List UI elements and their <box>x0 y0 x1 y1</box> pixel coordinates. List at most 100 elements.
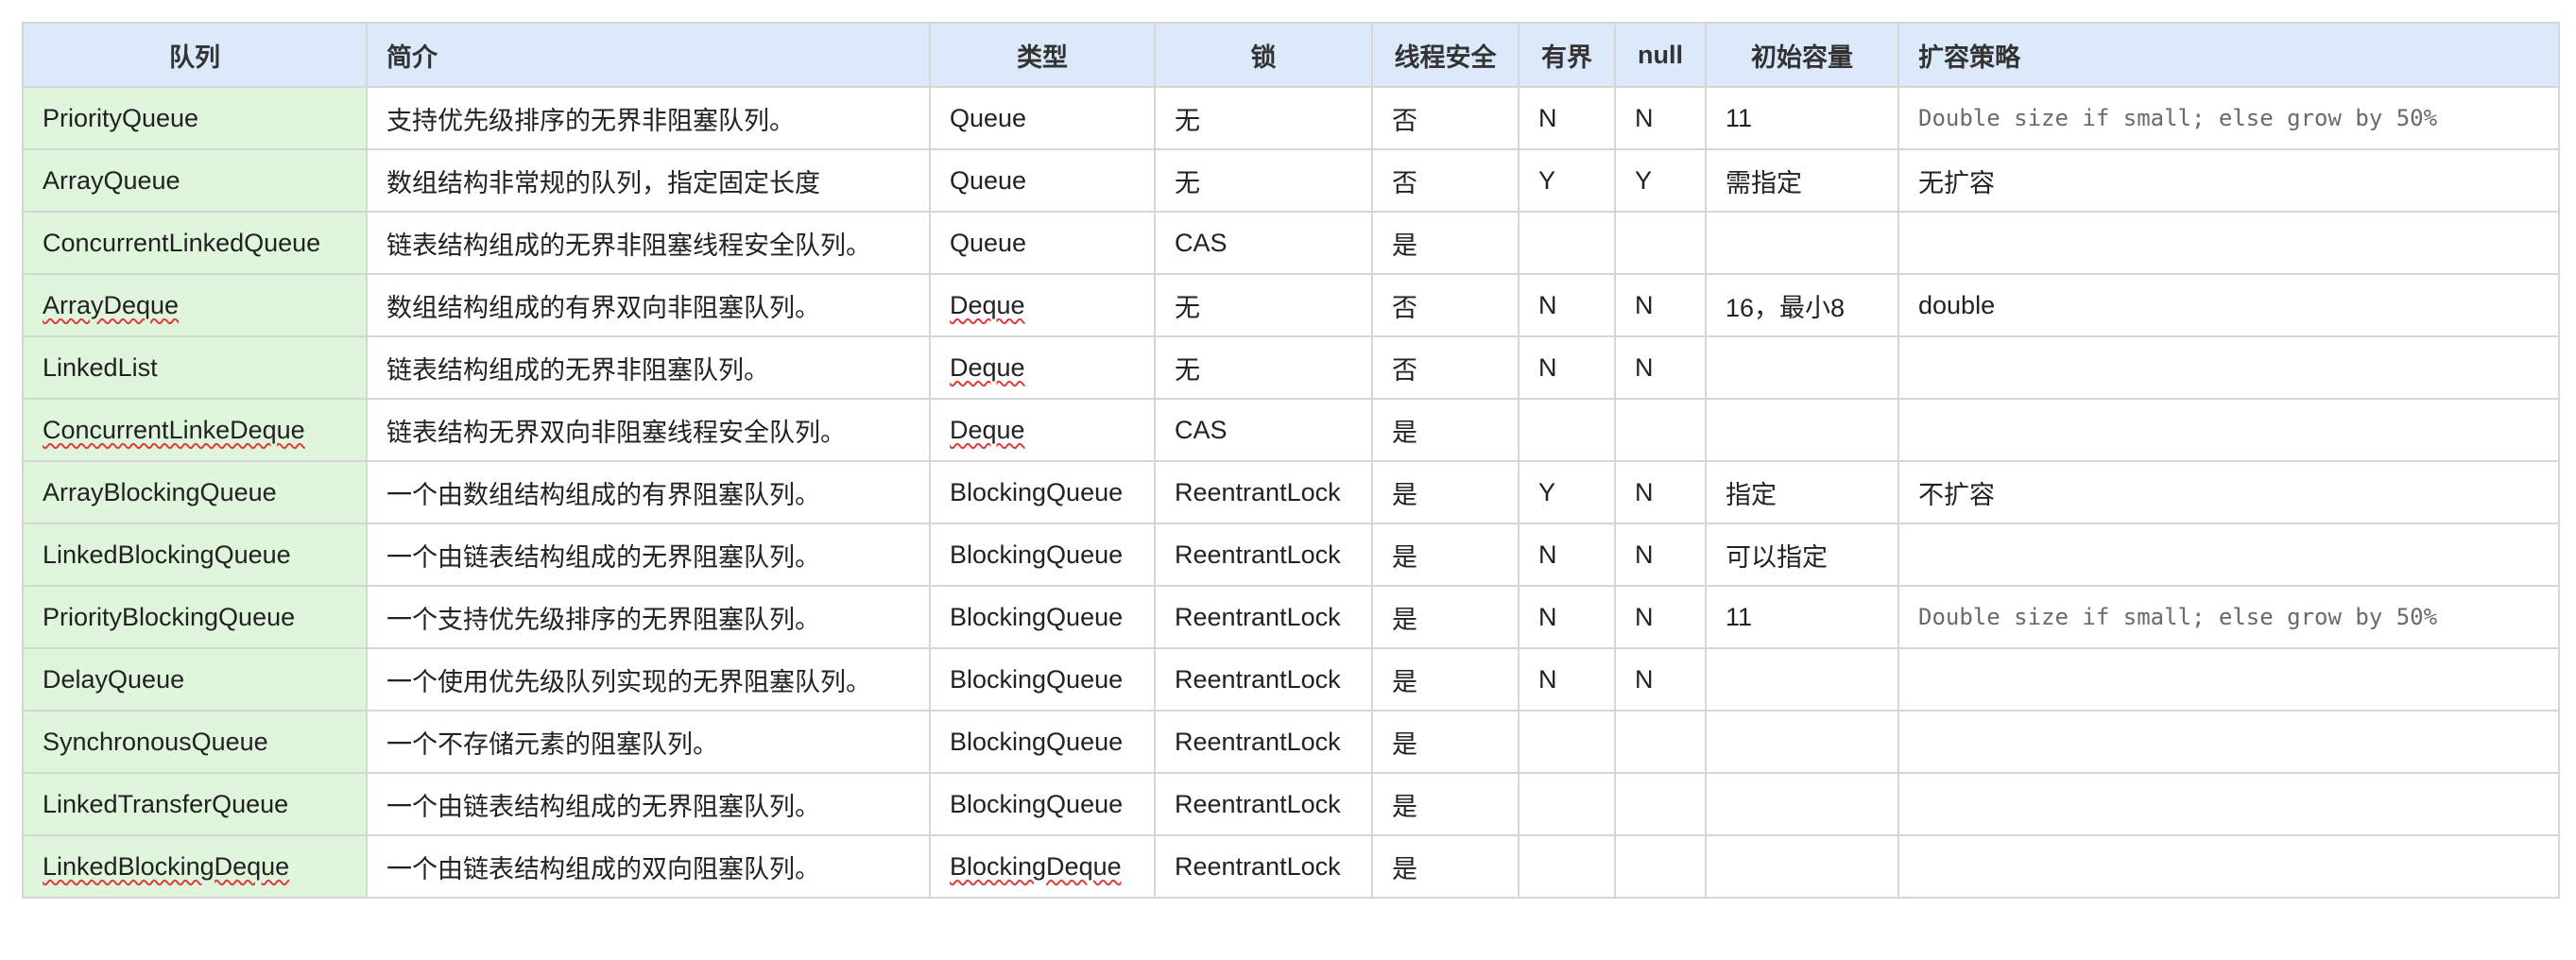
cell-initial-capacity: 16，最小8 <box>1705 273 1899 337</box>
cell-type: BlockingQueue <box>929 772 1156 836</box>
table-header: 队列 简介 类型 锁 线程安全 有界 null 初始容量 扩容策略 <box>22 22 2560 88</box>
cell-bounded: N <box>1518 86 1616 150</box>
cell-queue-name: PriorityBlockingQueue <box>22 585 368 649</box>
cell-description-text: 数组结构组成的有界双向非阻塞队列。 <box>386 293 820 322</box>
cell-lock: ReentrantLock <box>1154 585 1373 649</box>
cell-type: Queue <box>929 148 1156 213</box>
cell-type-text: Queue <box>950 103 1027 132</box>
cell-bounded: N <box>1518 523 1616 587</box>
cell-lock-text: ReentrantLock <box>1175 664 1341 694</box>
cell-growth-strategy <box>1898 211 2560 275</box>
cell-lock: ReentrantLock <box>1154 647 1373 711</box>
cell-description: 一个使用优先级队列实现的无界阻塞队列。 <box>366 647 931 711</box>
cell-queue-name: SynchronousQueue <box>22 710 368 774</box>
cell-initial-capacity-text: 11 <box>1726 602 1753 631</box>
cell-type-text: Deque <box>950 290 1025 319</box>
cell-growth-strategy <box>1898 335 2560 400</box>
cell-type: BlockingDeque <box>929 834 1156 899</box>
cell-thread-safe: 是 <box>1371 647 1520 711</box>
cell-thread-safe: 是 <box>1371 710 1520 774</box>
cell-bounded-text: N <box>1538 602 1557 631</box>
cell-lock-text: ReentrantLock <box>1175 727 1341 756</box>
table-row: DelayQueue 一个使用优先级队列实现的无界阻塞队列。 BlockingQue… <box>22 647 2560 711</box>
cell-null: Y <box>1614 148 1707 213</box>
cell-type-text: Deque <box>950 352 1025 382</box>
cell-queue-name: DelayQueue <box>22 647 368 711</box>
cell-null: N <box>1614 523 1707 587</box>
cell-lock: 无 <box>1154 148 1373 213</box>
cell-null-text: N <box>1635 540 1654 569</box>
cell-description: 一个不存储元素的阻塞队列。 <box>366 710 931 774</box>
cell-initial-capacity <box>1705 647 1899 711</box>
cell-growth-strategy: 无扩容 <box>1898 148 2560 213</box>
cell-description-text: 一个支持优先级排序的无界阻塞队列。 <box>386 605 820 634</box>
cell-description: 数组结构组成的有界双向非阻塞队列。 <box>366 273 931 337</box>
cell-bounded: Y <box>1518 148 1616 213</box>
cell-null: N <box>1614 460 1707 524</box>
cell-bounded: N <box>1518 585 1616 649</box>
cell-null <box>1614 211 1707 275</box>
cell-lock: 无 <box>1154 273 1373 337</box>
table-body: PriorityQueue 支持优先级排序的无界非阻塞队列。 Queue 无否 N N 11… <box>22 86 2560 899</box>
cell-thread-safe-text: 否 <box>1392 168 1417 197</box>
cell-thread-safe: 否 <box>1371 86 1520 150</box>
cell-description-text: 一个由数组结构组成的有界阻塞队列。 <box>386 480 820 509</box>
cell-thread-safe-text: 是 <box>1392 231 1417 260</box>
cell-bounded-text: N <box>1538 664 1557 694</box>
cell-queue-name-text: LinkedTransferQueue <box>43 789 289 818</box>
cell-queue-name-text: LinkedBlockingDeque <box>43 851 290 881</box>
cell-lock: ReentrantLock <box>1154 834 1373 899</box>
cell-initial-capacity: 11 <box>1705 585 1899 649</box>
cell-null-text: N <box>1635 290 1654 319</box>
cell-type: Queue <box>929 86 1156 150</box>
table-row: ArrayQueue 数组结构非常规的队列，指定固定长度 Queue 无 否 Y Y 需指定 无… <box>22 148 2560 213</box>
cell-null-text: N <box>1635 664 1654 694</box>
cell-growth-strategy <box>1898 834 2560 899</box>
table-row: ConcurrentLinkeDeque 链表结构无界双向非阻塞线程安全队列。 De… <box>22 398 2560 462</box>
cell-bounded <box>1518 772 1616 836</box>
table-row: LinkedTransferQueue 一个由链表结构组成的无界阻塞队列。 Bloc… <box>22 772 2560 836</box>
table-row: ArrayDeque 数组结构组成的有界双向非阻塞队列。 Deque 无 否 N N 16，最… <box>22 273 2560 337</box>
cell-bounded: N <box>1518 273 1616 337</box>
cell-description-text: 一个不存储元素的阻塞队列。 <box>386 729 718 759</box>
cell-bounded <box>1518 834 1616 899</box>
cell-type: Deque <box>929 273 1156 337</box>
cell-initial-capacity <box>1705 772 1899 836</box>
cell-growth-strategy-text: double <box>1918 290 1996 319</box>
header-lock: 锁 <box>1154 22 1373 88</box>
cell-description-text: 一个使用优先级队列实现的无界阻塞队列。 <box>386 667 871 696</box>
cell-bounded-text: Y <box>1538 165 1556 195</box>
cell-thread-safe: 是 <box>1371 460 1520 524</box>
cell-bounded <box>1518 398 1616 462</box>
cell-queue-name-text: ArrayBlockingQueue <box>43 477 277 506</box>
cell-thread-safe: 是 <box>1371 398 1520 462</box>
cell-initial-capacity-text: 可以指定 <box>1726 542 1828 572</box>
cell-description-text: 一个由链表结构组成的无界阻塞队列。 <box>386 792 820 821</box>
cell-growth-strategy-text: Double size if small; else grow by 50% <box>1918 604 2438 630</box>
cell-thread-safe-text: 是 <box>1392 667 1417 696</box>
cell-bounded-text: N <box>1538 103 1557 132</box>
cell-initial-capacity: 指定 <box>1705 460 1899 524</box>
cell-lock-text: 无 <box>1175 168 1200 197</box>
cell-description-text: 链表结构组成的无界非阻塞队列。 <box>386 355 769 385</box>
table-row: ConcurrentLinkedQueue 链表结构组成的无界非阻塞线程安全队列。… <box>22 211 2560 275</box>
cell-null-text: N <box>1635 352 1654 382</box>
header-bounded: 有界 <box>1518 22 1616 88</box>
cell-queue-name-text: ArrayDeque <box>43 290 180 319</box>
cell-growth-strategy <box>1898 772 2560 836</box>
cell-lock-text: CAS <box>1175 415 1228 444</box>
cell-null <box>1614 772 1707 836</box>
cell-description: 数组结构非常规的队列，指定固定长度 <box>366 148 931 213</box>
cell-description: 一个支持优先级排序的无界阻塞队列。 <box>366 585 931 649</box>
cell-description-text: 一个由链表结构组成的无界阻塞队列。 <box>386 542 820 572</box>
cell-description-text: 链表结构组成的无界非阻塞线程安全队列。 <box>386 231 871 260</box>
cell-queue-name-text: ConcurrentLinkeDeque <box>43 415 305 444</box>
cell-null-text: N <box>1635 602 1654 631</box>
cell-type: BlockingQueue <box>929 460 1156 524</box>
cell-type-text: Queue <box>950 228 1027 257</box>
cell-initial-capacity <box>1705 398 1899 462</box>
cell-queue-name: LinkedBlockingDeque <box>22 834 368 899</box>
cell-bounded: N <box>1518 647 1616 711</box>
cell-growth-strategy: Double size if small; else grow by 50% <box>1898 585 2560 649</box>
header-initial-capacity: 初始容量 <box>1705 22 1899 88</box>
